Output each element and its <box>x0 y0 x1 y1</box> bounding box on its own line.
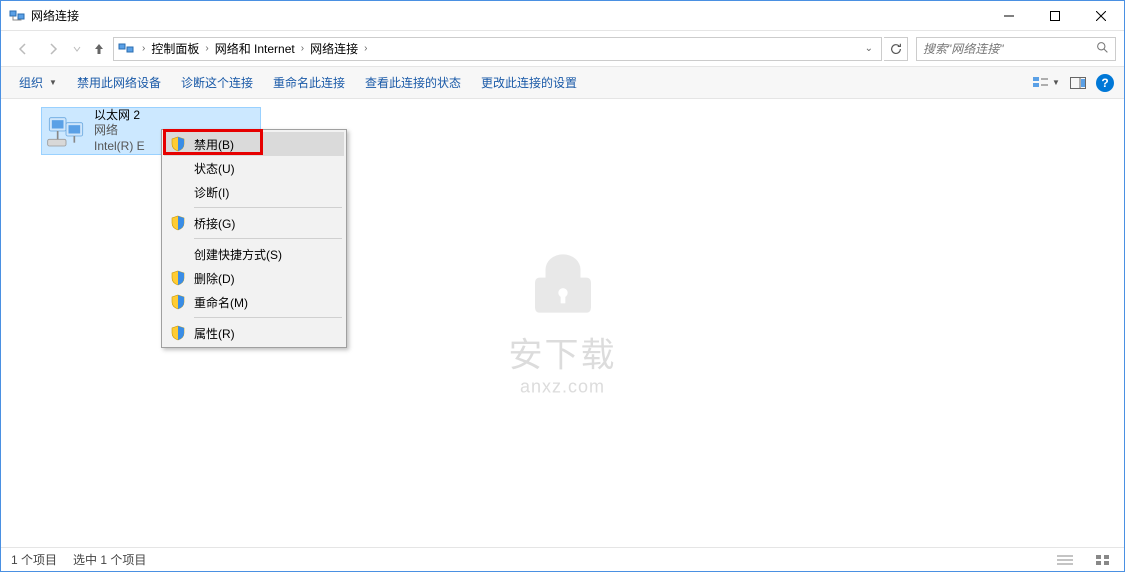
context-menu-item[interactable]: 创建快捷方式(S) <box>164 242 344 266</box>
chevron-right-icon: › <box>360 43 371 54</box>
context-menu-separator <box>194 238 342 239</box>
context-menu-label: 重命名(M) <box>194 294 248 311</box>
network-adapter-icon <box>46 111 86 151</box>
breadcrumb-item[interactable]: 网络连接 <box>308 40 360 57</box>
forward-button[interactable] <box>39 35 67 63</box>
refresh-button[interactable] <box>884 37 908 61</box>
context-menu-separator <box>194 317 342 318</box>
context-menu-item[interactable]: 状态(U) <box>164 156 344 180</box>
search-input[interactable] <box>923 42 1096 56</box>
chevron-right-icon: › <box>201 43 212 54</box>
chevron-right-icon: › <box>297 43 308 54</box>
context-menu-item[interactable]: 删除(D) <box>164 266 344 290</box>
address-dropdown[interactable]: ⌄ <box>861 43 877 54</box>
statusbar: 1 个项目 选中 1 个项目 <box>1 547 1124 571</box>
context-menu-separator <box>194 207 342 208</box>
watermark-text-1: 安下载 <box>509 328 617 377</box>
watermark: 安下载 anxz.com <box>509 249 617 398</box>
recent-dropdown[interactable] <box>69 35 85 63</box>
context-menu-label: 删除(D) <box>194 270 235 287</box>
context-menu-label: 状态(U) <box>194 160 235 177</box>
back-button[interactable] <box>9 35 37 63</box>
context-menu-item[interactable]: 重命名(M) <box>164 290 344 314</box>
watermark-text-2: anxz.com <box>509 377 617 398</box>
toolbar-change-settings[interactable]: 更改此连接的设置 <box>473 70 585 95</box>
titlebar: 网络连接 <box>1 1 1124 31</box>
help-button[interactable]: ? <box>1096 74 1114 92</box>
adapter-device: Intel(R) E <box>94 139 145 155</box>
preview-pane-button[interactable] <box>1064 71 1092 95</box>
context-menu-label: 创建快捷方式(S) <box>194 246 282 263</box>
toolbar-diagnose[interactable]: 诊断这个连接 <box>173 70 261 95</box>
context-menu-item[interactable]: 诊断(I) <box>164 180 344 204</box>
adapter-status: 网络 <box>94 123 145 139</box>
large-icons-view-button[interactable] <box>1092 551 1114 569</box>
organize-button[interactable]: 组织▼ <box>11 70 65 95</box>
minimize-button[interactable] <box>986 1 1032 31</box>
lock-icon <box>528 249 598 319</box>
breadcrumb-item[interactable]: 控制面板 <box>149 40 201 57</box>
context-menu: 禁用(B) 状态(U) 诊断(I) 桥接(G) 创建快捷方式(S) 删除(D) 重命名(M)… <box>161 129 347 348</box>
context-menu-item[interactable]: 属性(R) <box>164 321 344 345</box>
up-button[interactable] <box>87 35 111 63</box>
context-menu-item[interactable]: 禁用(B) <box>164 132 344 156</box>
context-menu-label: 桥接(G) <box>194 215 235 232</box>
toolbar: 组织▼ 禁用此网络设备 诊断这个连接 重命名此连接 查看此连接的状态 更改此连接… <box>1 67 1124 99</box>
search-box[interactable] <box>916 37 1116 61</box>
toolbar-rename[interactable]: 重命名此连接 <box>265 70 353 95</box>
toolbar-disable[interactable]: 禁用此网络设备 <box>69 70 169 95</box>
network-connections-icon <box>118 41 134 57</box>
context-menu-label: 禁用(B) <box>194 136 234 153</box>
context-menu-label: 诊断(I) <box>194 184 229 201</box>
item-count: 1 个项目 <box>11 551 57 568</box>
context-menu-item[interactable]: 桥接(G) <box>164 211 344 235</box>
view-options-button[interactable]: ▼ <box>1032 71 1060 95</box>
chevron-right-icon: › <box>138 43 149 54</box>
maximize-button[interactable] <box>1032 1 1078 31</box>
breadcrumb-item[interactable]: 网络和 Internet <box>213 40 297 57</box>
navbar: › 控制面板 › 网络和 Internet › 网络连接 › ⌄ <box>1 31 1124 67</box>
search-icon <box>1096 41 1109 57</box>
close-button[interactable] <box>1078 1 1124 31</box>
address-bar[interactable]: › 控制面板 › 网络和 Internet › 网络连接 › ⌄ <box>113 37 882 61</box>
selected-count: 选中 1 个项目 <box>73 551 146 568</box>
context-menu-label: 属性(R) <box>194 325 235 342</box>
window-title: 网络连接 <box>31 7 79 24</box>
app-icon <box>9 8 25 24</box>
toolbar-view-status[interactable]: 查看此连接的状态 <box>357 70 469 95</box>
details-view-button[interactable] <box>1054 551 1076 569</box>
content-area: 安下载 anxz.com 以太网 2 网络 Intel(R) E 禁用(B) 状态… <box>1 99 1124 547</box>
adapter-name: 以太网 2 <box>94 108 145 124</box>
